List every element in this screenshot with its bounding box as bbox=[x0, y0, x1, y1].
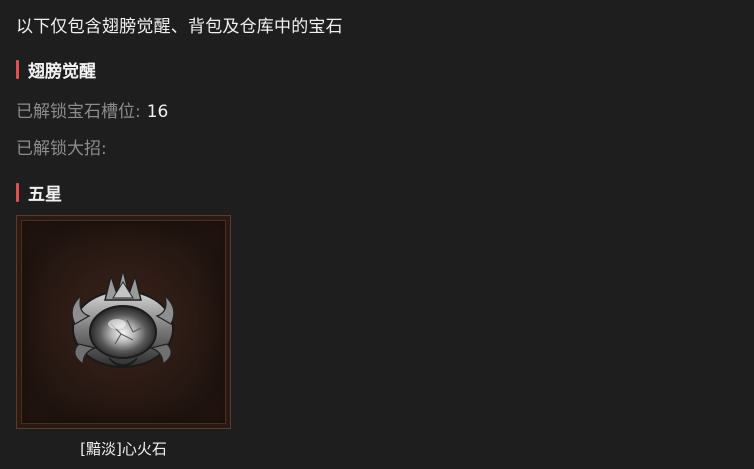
gem-card[interactable]: [黯淡]心火石 bbox=[16, 215, 231, 459]
unlocked-ult-label: 已解锁大招: bbox=[16, 139, 107, 159]
unlocked-ult-row: 已解锁大招: bbox=[16, 134, 113, 159]
intro-text: 以下仅包含翅膀觉醒、背包及仓库中的宝石 bbox=[16, 17, 343, 37]
gem-page: 以下仅包含翅膀觉醒、背包及仓库中的宝石 翅膀觉醒 已解锁宝石槽位: 16 已解锁大… bbox=[0, 0, 754, 469]
section-title-label: 翅膀觉醒 bbox=[28, 62, 96, 82]
section-title-wing-awakening: 翅膀觉醒 bbox=[16, 57, 96, 82]
section-title-label: 五星 bbox=[28, 185, 62, 205]
heartfire-stone-icon bbox=[71, 269, 175, 368]
section-title-five-star: 五星 bbox=[16, 180, 62, 205]
section-accent-bar bbox=[16, 60, 19, 79]
unlocked-slots-value: 16 bbox=[146, 102, 169, 122]
gem-image-frame[interactable] bbox=[16, 215, 231, 429]
unlocked-slots-label: 已解锁宝石槽位: bbox=[16, 102, 141, 122]
gem-name: [黯淡]心火石 bbox=[80, 440, 167, 458]
unlocked-slots-row: 已解锁宝石槽位: 16 bbox=[16, 97, 168, 122]
section-accent-bar bbox=[16, 183, 19, 202]
